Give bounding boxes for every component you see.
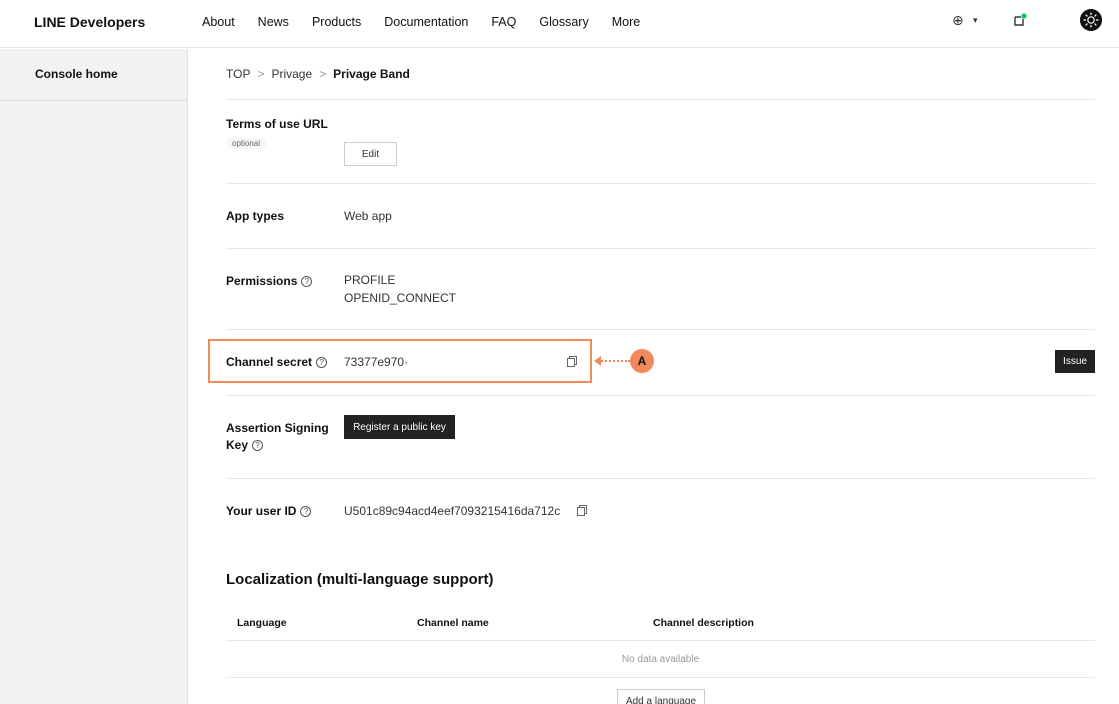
globe-icon[interactable]: ⊕ [952, 12, 964, 29]
help-icon[interactable]: ? [300, 506, 312, 517]
permissions-value-openid: OPENID_CONNECT [344, 291, 457, 305]
empty-state-text: No data available [621, 654, 700, 665]
language-caret[interactable]: ▾ [973, 15, 978, 26]
divider [226, 183, 1095, 184]
breadcrumb-current: Privage Band [333, 67, 410, 81]
table-divider [226, 640, 1095, 641]
add-language-button[interactable]: Add a language [617, 689, 705, 704]
annotation-arrow [598, 360, 630, 362]
issue-button[interactable]: Issue [1055, 350, 1095, 373]
divider [226, 395, 1095, 396]
permissions-value-profile: PROFILE [344, 273, 396, 287]
permissions-label: Permissions? [226, 274, 313, 288]
main-nav: About News Products Documentation FAQ Gl… [202, 15, 663, 29]
breadcrumb-separator: > [257, 67, 265, 81]
annotation-highlight [208, 339, 592, 383]
column-header-channel-name: Channel name [417, 617, 489, 629]
divider [226, 329, 1095, 330]
divider [226, 99, 1095, 100]
nav-more[interactable]: More [612, 15, 640, 29]
terms-of-use-label: Terms of use URL [226, 117, 328, 131]
column-header-channel-description: Channel description [653, 617, 754, 629]
nav-products[interactable]: Products [312, 15, 361, 29]
divider [226, 478, 1095, 479]
edit-button[interactable]: Edit [344, 142, 397, 166]
sidebar-item-console-home[interactable]: Console home [0, 49, 188, 101]
help-icon[interactable]: ? [252, 440, 264, 451]
sidebar: Console home [0, 49, 188, 704]
breadcrumb-top[interactable]: TOP [226, 67, 250, 81]
nav-faq[interactable]: FAQ [491, 15, 516, 29]
nav-glossary[interactable]: Glossary [539, 15, 588, 29]
notification-icon[interactable] [1013, 13, 1027, 27]
optional-badge: optional [226, 138, 267, 149]
breadcrumb-separator: > [319, 67, 327, 81]
avatar-icon[interactable] [1080, 9, 1102, 31]
help-icon[interactable]: ? [301, 276, 313, 287]
user-id-value: U501c89c94acd4eef7093215416da712c [344, 504, 561, 518]
app-types-label: App types [226, 209, 285, 223]
copy-icon[interactable] [577, 505, 587, 516]
annotation-marker: A [630, 349, 654, 373]
nav-news[interactable]: News [258, 15, 289, 29]
register-public-key-button[interactable]: Register a public key [344, 415, 455, 439]
breadcrumb: TOP > Privage > Privage Band [226, 67, 410, 81]
user-id-label: Your user ID? [226, 504, 312, 518]
table-divider [226, 677, 1095, 678]
divider [226, 248, 1095, 249]
app-types-value: Web app [344, 209, 392, 223]
nav-about[interactable]: About [202, 15, 235, 29]
column-header-language: Language [237, 617, 287, 629]
breadcrumb-provider[interactable]: Privage [271, 67, 312, 81]
top-header: LINE Developers About News Products Docu… [0, 0, 1119, 48]
brand-logo[interactable]: LINE Developers [34, 14, 145, 30]
localization-title: Localization (multi-language support) [226, 571, 494, 588]
assertion-signing-key-label: Assertion Signing Key? [226, 421, 329, 452]
nav-documentation[interactable]: Documentation [384, 15, 468, 29]
